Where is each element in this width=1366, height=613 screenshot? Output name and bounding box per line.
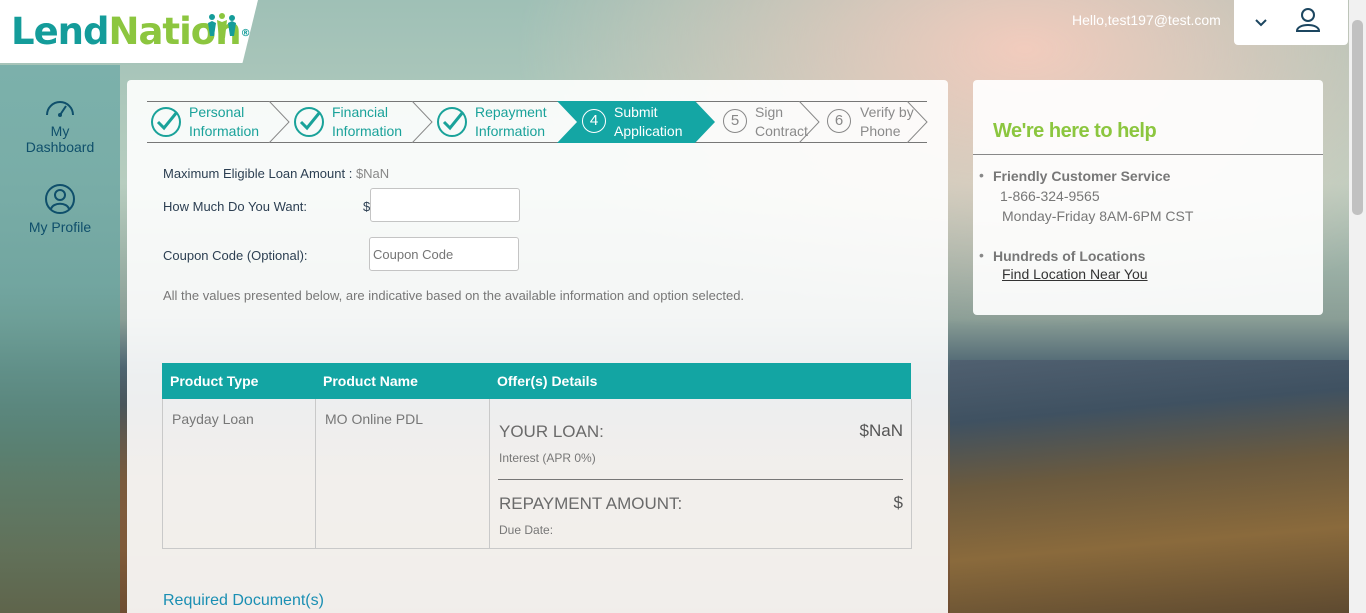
table-cell-product-type: Payday Loan	[162, 399, 316, 549]
step-label: Repayment	[475, 104, 547, 120]
help-title: We're here to help	[993, 120, 1157, 142]
table-cell-offer-details: YOUR LOAN: $NaN Interest (APR 0%) REPAYM…	[489, 399, 912, 549]
bullet-icon: •	[979, 167, 984, 183]
find-location-link[interactable]: Find Location Near You	[1002, 266, 1148, 282]
check-circle-icon	[437, 107, 467, 137]
sidebar-item-dashboard[interactable]: My Dashboard	[0, 95, 120, 155]
help-panel: We're here to help • Friendly Customer S…	[973, 80, 1323, 315]
step-number: 6	[827, 109, 851, 133]
user-menu[interactable]	[1234, 0, 1348, 45]
user-circle-icon	[45, 184, 75, 214]
step-number: 5	[723, 109, 747, 133]
progress-stepper: Personal Information Financial Information…	[147, 101, 928, 143]
sidebar-item-label: Dashboard	[25, 139, 95, 155]
check-circle-icon	[294, 107, 324, 137]
speedometer-icon	[46, 101, 74, 117]
sidebar-item-label: My	[50, 123, 70, 139]
sidebar-item-profile[interactable]: My Profile	[0, 183, 120, 235]
required-documents-heading: Required Document(s)	[163, 592, 324, 609]
sidebar-item-label: My Profile	[28, 219, 92, 235]
step-label: Submit	[614, 104, 658, 120]
max-loan-row: Maximum Eligible Loan Amount : $NaN	[163, 166, 389, 181]
step-submit-application[interactable]: 4 Submit Application	[577, 102, 705, 142]
loan-amount-input[interactable]	[370, 188, 520, 222]
product-type-value: Payday Loan	[172, 411, 254, 427]
user-greeting: Hello,test197@test.com	[1072, 12, 1221, 28]
scrollbar-thumb[interactable]	[1352, 20, 1363, 215]
column-header-offer-details: Offer(s) Details	[489, 363, 911, 399]
step-label: Information	[475, 123, 546, 139]
max-loan-label: Maximum Eligible Loan Amount :	[163, 166, 353, 181]
step-repayment-information[interactable]: Repayment Information	[433, 102, 557, 142]
repayment-label: REPAYMENT AMOUNT:	[499, 494, 683, 513]
chevron-down-icon[interactable]	[1254, 13, 1268, 33]
your-loan-label: YOUR LOAN:	[499, 422, 604, 441]
step-label: Information	[332, 123, 403, 139]
user-icon[interactable]	[1294, 6, 1322, 34]
bullet-icon: •	[979, 247, 984, 263]
check-circle-icon	[151, 107, 181, 137]
table-cell-product-name: MO Online PDL	[315, 399, 490, 549]
step-label: Personal	[189, 104, 245, 120]
column-header-product-name: Product Name	[315, 363, 489, 399]
step-separator-icon	[798, 101, 820, 143]
step-separator-icon	[411, 101, 433, 143]
people-icon	[208, 13, 236, 38]
logo-lend: Lend	[11, 10, 109, 53]
logo-registered: ®	[240, 28, 251, 39]
column-header-product-type: Product Type	[162, 363, 315, 399]
due-date-text: Due Date:	[499, 523, 554, 537]
logo[interactable]: LendNation®	[0, 0, 258, 63]
locations-title: Hundreds of Locations	[993, 248, 1146, 264]
coupon-code-input[interactable]	[369, 237, 519, 271]
scrollbar[interactable]	[1349, 0, 1366, 613]
offer-divider	[498, 479, 903, 480]
interest-text: Interest (APR 0%)	[499, 451, 596, 465]
step-label: Application	[614, 123, 683, 139]
step-separator-icon	[906, 101, 928, 143]
step-financial-information[interactable]: Financial Information	[290, 101, 433, 143]
step-personal-information[interactable]: Personal Information	[147, 101, 290, 143]
application-panel: Personal Information Financial Information…	[127, 80, 948, 613]
step-verify-by-phone[interactable]: 6 Verify by Phone	[819, 101, 928, 143]
step-label: Information	[189, 123, 260, 139]
step-sign-contract[interactable]: 5 Sign Contract	[717, 101, 820, 143]
sidebar: My Dashboard My Profile	[0, 65, 120, 613]
service-hours: Monday-Friday 8AM-6PM CST	[1002, 208, 1194, 224]
phone-number: 1-866-324-9565	[1000, 188, 1100, 204]
repayment-value: $	[893, 493, 903, 512]
step-label: Financial	[332, 104, 389, 120]
step-number: 4	[582, 109, 606, 133]
product-name-value: MO Online PDL	[325, 411, 424, 427]
background-landscape	[950, 360, 1350, 613]
service-title: Friendly Customer Service	[993, 168, 1171, 184]
help-divider	[973, 154, 1323, 155]
amount-label: How Much Do You Want:	[163, 199, 308, 214]
step-separator-icon	[268, 101, 290, 143]
indicative-note: All the values presented below, are indi…	[163, 288, 745, 303]
coupon-label: Coupon Code (Optional):	[163, 248, 308, 263]
max-loan-value: $NaN	[355, 166, 390, 181]
your-loan-value: $NaN	[859, 421, 903, 440]
